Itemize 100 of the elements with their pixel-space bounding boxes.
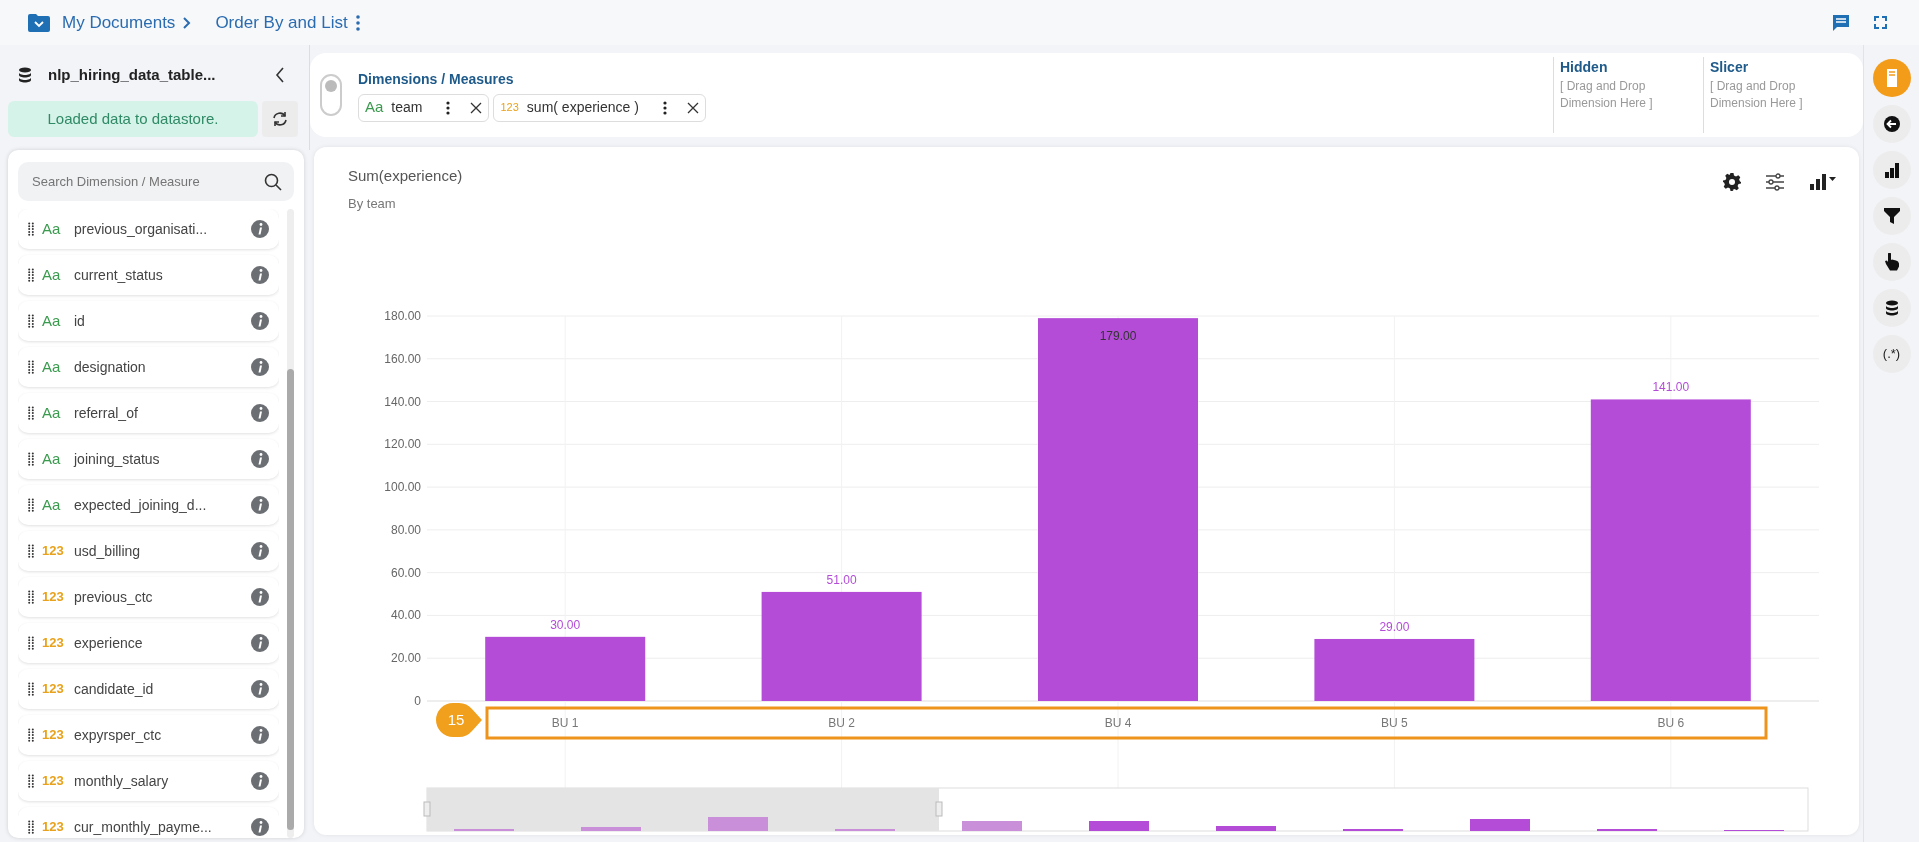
- type-label: 123: [42, 680, 65, 699]
- field-name: joining_status: [74, 449, 161, 469]
- section-title: Dimensions / Measures: [358, 69, 515, 89]
- y-tick-label: 60.00: [390, 565, 421, 580]
- x-tick-label: BU 2: [828, 716, 855, 730]
- field-item[interactable]: Aa designation: [18, 347, 279, 388]
- field-name: current_status: [74, 265, 164, 285]
- data-label: 179.00: [1099, 329, 1137, 344]
- field-name: usd_billing: [74, 541, 142, 561]
- field-name: designation: [74, 357, 147, 377]
- back-button[interactable]: [1872, 105, 1911, 143]
- drag-handle-icon[interactable]: [28, 544, 34, 559]
- drag-handle-icon[interactable]: [28, 406, 34, 421]
- comment-icon[interactable]: [1832, 14, 1850, 31]
- close-icon[interactable]: [686, 101, 699, 114]
- fullscreen-icon[interactable]: [1874, 16, 1887, 29]
- hand-pointer-icon[interactable]: [1883, 253, 1900, 271]
- search-icon[interactable]: [264, 172, 282, 191]
- field-chip[interactable]: Aa team: [358, 93, 490, 122]
- chevron-right-icon: [183, 16, 192, 29]
- field-item[interactable]: 123 previous_ctc: [18, 577, 279, 618]
- breadcrumb-link[interactable]: My Documents: [62, 9, 176, 36]
- drag-handle-icon[interactable]: [28, 682, 34, 697]
- info-icon[interactable]: [251, 726, 269, 745]
- database-icon[interactable]: [1884, 300, 1899, 316]
- field-chip[interactable]: 123 sum( experience ): [493, 93, 706, 122]
- filter-icon[interactable]: [1883, 208, 1900, 224]
- field-item[interactable]: Aa previous_organisati...: [18, 209, 279, 250]
- info-icon[interactable]: [251, 818, 269, 837]
- field-item[interactable]: 123 candidate_id: [18, 669, 279, 710]
- type-label: Aa: [42, 218, 62, 239]
- info-icon[interactable]: [251, 358, 269, 377]
- arrow-left-icon[interactable]: [1882, 115, 1901, 133]
- close-icon[interactable]: [470, 101, 483, 114]
- chip-label: sum( experience ): [526, 98, 639, 117]
- field-item[interactable]: 123 expyrsper_ctc: [18, 715, 279, 756]
- field-name: previous_organisati...: [74, 219, 209, 239]
- folder-icon[interactable]: [28, 13, 50, 32]
- info-icon[interactable]: [251, 588, 269, 607]
- more-icon[interactable]: [446, 100, 451, 115]
- drag-handle-icon[interactable]: [28, 636, 34, 651]
- info-icon[interactable]: [251, 404, 269, 423]
- info-icon[interactable]: [251, 220, 269, 239]
- drag-handle-icon[interactable]: [28, 360, 34, 375]
- field-name: expected_joining_d...: [74, 495, 208, 515]
- field-item[interactable]: Aa expected_joining_d...: [18, 485, 279, 526]
- field-item[interactable]: Aa id: [18, 301, 279, 342]
- y-tick-label: 140.00: [384, 394, 421, 409]
- x-tick-label: BU 6: [1657, 716, 1685, 730]
- scrollbar[interactable]: [287, 209, 294, 838]
- drag-handle-icon[interactable]: [28, 728, 34, 743]
- field-item[interactable]: 123 monthly_salary: [18, 761, 279, 802]
- database-icon: [18, 67, 32, 83]
- layout-toggle[interactable]: [320, 74, 342, 116]
- drag-handle-icon[interactable]: [28, 452, 34, 467]
- data-label: 30.00: [550, 617, 581, 632]
- field-item[interactable]: 123 cur_monthly_payme...: [18, 807, 279, 838]
- field-item[interactable]: 123 experience: [18, 623, 279, 664]
- info-icon[interactable]: [251, 312, 269, 331]
- info-icon[interactable]: [251, 450, 269, 469]
- database-button[interactable]: [1872, 289, 1911, 327]
- chart-button[interactable]: [1872, 151, 1911, 189]
- type-label: 123: [42, 818, 65, 837]
- chart-subtitle: By team: [348, 194, 397, 213]
- collapse-icon[interactable]: [275, 67, 285, 83]
- drag-handle-icon[interactable]: [28, 590, 34, 605]
- field-name: candidate_id: [74, 679, 155, 699]
- field-item[interactable]: Aa joining_status: [18, 439, 279, 480]
- y-tick-label: 160.00: [384, 351, 421, 366]
- drag-handle-icon[interactable]: [28, 222, 34, 237]
- drag-handle-icon[interactable]: [28, 774, 34, 789]
- regex-button[interactable]: (.*): [1872, 335, 1911, 373]
- type-label: 123: [500, 100, 519, 116]
- filter-button[interactable]: [1872, 197, 1911, 235]
- drag-handle-icon[interactable]: [28, 820, 34, 835]
- drag-handle-icon[interactable]: [28, 314, 34, 329]
- bar-chart-icon[interactable]: [1883, 162, 1900, 178]
- field-item[interactable]: Aa referral_of: [18, 393, 279, 434]
- refresh-icon[interactable]: [271, 110, 289, 128]
- field-name: expyrsper_ctc: [74, 725, 163, 745]
- info-icon[interactable]: [251, 772, 269, 791]
- drag-handle-icon[interactable]: [28, 268, 34, 283]
- info-icon[interactable]: [251, 266, 269, 285]
- field-item[interactable]: 123 usd_billing: [18, 531, 279, 572]
- field-item[interactable]: Aa current_status: [18, 255, 279, 296]
- refresh-button[interactable]: [262, 101, 298, 137]
- info-icon[interactable]: [251, 634, 269, 653]
- info-icon[interactable]: [251, 542, 269, 561]
- info-icon[interactable]: [251, 680, 269, 699]
- pointer-button[interactable]: [1872, 243, 1911, 281]
- more-icon[interactable]: [662, 100, 667, 115]
- type-label: Aa: [365, 97, 384, 118]
- drag-handle-icon[interactable]: [28, 498, 34, 513]
- search-field[interactable]: Search Dimension / Measure: [18, 162, 294, 202]
- field-name: experience: [74, 633, 144, 653]
- type-label: 123: [42, 726, 65, 745]
- info-icon[interactable]: [251, 496, 269, 515]
- x-tick-label: BU 5: [1381, 716, 1408, 730]
- search-input[interactable]: Search Dimension / Measure: [30, 170, 264, 193]
- document-title: Order By and List: [215, 11, 348, 34]
